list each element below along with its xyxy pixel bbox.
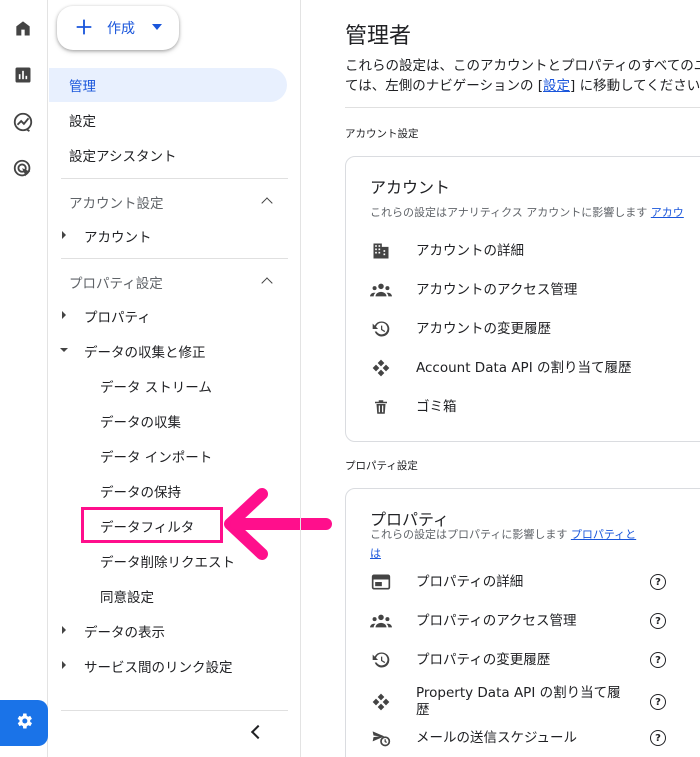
account-settings-label: アカウント設定 — [345, 128, 419, 140]
expand-arrow-icon[interactable] — [62, 626, 66, 634]
description-line: ては、左側のナビゲーションの [設定] に移動してください。 — [345, 76, 700, 96]
tree-account[interactable]: アカウント — [84, 226, 152, 246]
help-icon[interactable]: ? — [650, 613, 666, 629]
web-icon — [370, 571, 392, 593]
people-icon — [370, 610, 392, 632]
chevron-up-icon[interactable] — [261, 197, 273, 209]
row-label: アカウントのアクセス管理 — [416, 281, 578, 298]
card-subtitle-text: これらの設定はアナリティクス アカウントに影響します — [370, 206, 648, 219]
account-section-header[interactable]: アカウント設定 — [69, 192, 164, 212]
property-card: プロパティ これらの設定はプロパティに影響します プロパティとは プロパティの詳… — [345, 488, 700, 757]
row-label: Property Data API の割り当て履歴 — [416, 685, 621, 718]
tree-data-collection-item[interactable]: データの収集 — [100, 411, 181, 431]
account-access-row[interactable]: アカウントのアクセス管理 — [370, 275, 700, 305]
history-icon — [370, 318, 392, 340]
people-icon — [370, 279, 392, 301]
description-line: これらの設定は、このアカウントとプロパティのすべてのユ — [345, 58, 700, 74]
tree-property[interactable]: プロパティ — [84, 306, 151, 326]
help-icon[interactable]: ? — [650, 652, 666, 668]
row-label: アカウントの詳細 — [416, 242, 524, 259]
row-label: プロパティの詳細 — [416, 573, 524, 590]
expand-arrow-icon[interactable] — [62, 661, 66, 669]
email-schedule-row[interactable]: メールの送信スケジュール ? — [370, 723, 666, 753]
property-api-row[interactable]: Property Data API の割り当て履歴 ? — [370, 684, 666, 720]
bar-chart-icon[interactable] — [10, 62, 36, 88]
create-label: 作成 — [107, 21, 135, 37]
account-api-row[interactable]: Account Data API の割り当て履歴 — [370, 353, 700, 383]
account-history-row[interactable]: アカウントの変更履歴 — [370, 314, 700, 344]
row-label: プロパティのアクセス管理 — [416, 612, 577, 629]
divider — [61, 258, 288, 259]
admin-sidebar: 作成 管理 設定 設定アシスタント アカウント設定 アカウント プロパティ設定 … — [49, 0, 300, 757]
divider — [345, 107, 700, 108]
collapse-arrow-icon[interactable] — [60, 348, 68, 352]
property-access-row[interactable]: プロパティのアクセス管理 ? — [370, 606, 666, 636]
row-label: メールの送信スケジュール — [416, 729, 578, 746]
api-icon — [370, 357, 392, 379]
tree-data-retention[interactable]: データの保持 — [100, 481, 181, 501]
highlight-box — [81, 507, 223, 543]
explore-icon[interactable] — [10, 109, 36, 135]
learn-more-link[interactable]: プロパティと — [571, 528, 636, 541]
expand-arrow-icon[interactable] — [62, 231, 66, 239]
home-icon[interactable] — [10, 15, 36, 41]
help-icon[interactable]: ? — [650, 694, 666, 710]
account-card: アカウント これらの設定はアナリティクス アカウントに影響します アカウ アカウ… — [345, 156, 700, 442]
history-icon — [370, 649, 392, 671]
help-icon[interactable]: ? — [650, 730, 666, 746]
api-icon — [370, 691, 392, 713]
advertising-icon[interactable] — [10, 156, 36, 182]
gear-icon — [14, 711, 34, 735]
help-icon[interactable]: ? — [650, 574, 666, 590]
account-details-row[interactable]: アカウントの詳細 — [370, 236, 700, 266]
page-title: 管理者 — [345, 24, 412, 49]
trash-icon — [370, 396, 392, 418]
divider — [61, 178, 288, 179]
settings-link[interactable]: 設定 — [543, 78, 570, 94]
chevron-up-icon[interactable] — [261, 277, 273, 289]
card-subtitle: これらの設定はアナリティクス アカウントに影響します アカウ — [370, 204, 684, 220]
row-label: アカウントの変更履歴 — [416, 320, 551, 337]
main-content: 管理者 これらの設定は、このアカウントとプロパティのすべてのユ ては、左側のナビ… — [300, 0, 700, 757]
tree-data-import[interactable]: データ インポート — [100, 446, 212, 466]
divider — [61, 710, 288, 711]
learn-more-link[interactable]: は — [370, 547, 381, 560]
caret-down-icon — [152, 24, 162, 30]
learn-more-link[interactable]: アカウ — [651, 206, 684, 219]
tree-consent[interactable]: 同意設定 — [100, 586, 154, 606]
collapse-sidebar-icon[interactable] — [250, 724, 266, 740]
building-icon — [370, 240, 392, 262]
nav-rail — [0, 0, 48, 757]
page-description: これらの設定は、このアカウントとプロパティのすべてのユ ては、左側のナビゲーショ… — [345, 56, 700, 96]
property-settings-label: プロパティ設定 — [345, 460, 418, 472]
settings-button[interactable] — [0, 700, 48, 746]
trash-row[interactable]: ゴミ箱 — [370, 392, 700, 422]
property-history-row[interactable]: プロパティの変更履歴 ? — [370, 645, 666, 675]
plus-icon — [73, 16, 95, 42]
property-section-header[interactable]: プロパティ設定 — [69, 272, 163, 292]
row-label: Account Data API の割り当て履歴 — [416, 359, 632, 376]
tree-service-links[interactable]: サービス間のリンク設定 — [84, 656, 233, 676]
tree-data-display[interactable]: データの表示 — [84, 621, 165, 641]
row-label: プロパティの変更履歴 — [416, 651, 551, 668]
tree-data-streams[interactable]: データ ストリーム — [100, 376, 212, 396]
card-subtitle: これらの設定はプロパティに影響します プロパティとは — [370, 525, 636, 563]
description-text: ] に移動してください。 — [570, 78, 700, 94]
nav-settings[interactable]: 設定 — [49, 103, 96, 137]
card-subtitle-text: これらの設定はプロパティに影響します — [370, 528, 568, 541]
nav-setup-assistant[interactable]: 設定アシスタント — [49, 138, 176, 172]
schedule-send-icon — [370, 727, 392, 749]
card-title: アカウント — [370, 178, 451, 197]
expand-arrow-icon[interactable] — [62, 311, 66, 319]
row-label: ゴミ箱 — [416, 398, 457, 415]
tree-data-collection[interactable]: データの収集と修正 — [84, 341, 206, 361]
tree-data-deletion[interactable]: データ削除リクエスト — [100, 551, 235, 571]
create-button[interactable]: 作成 — [57, 6, 179, 50]
property-details-row[interactable]: プロパティの詳細 ? — [370, 567, 666, 597]
description-text: ては、左側のナビゲーションの [ — [345, 78, 544, 94]
nav-admin[interactable]: 管理 — [49, 68, 287, 102]
